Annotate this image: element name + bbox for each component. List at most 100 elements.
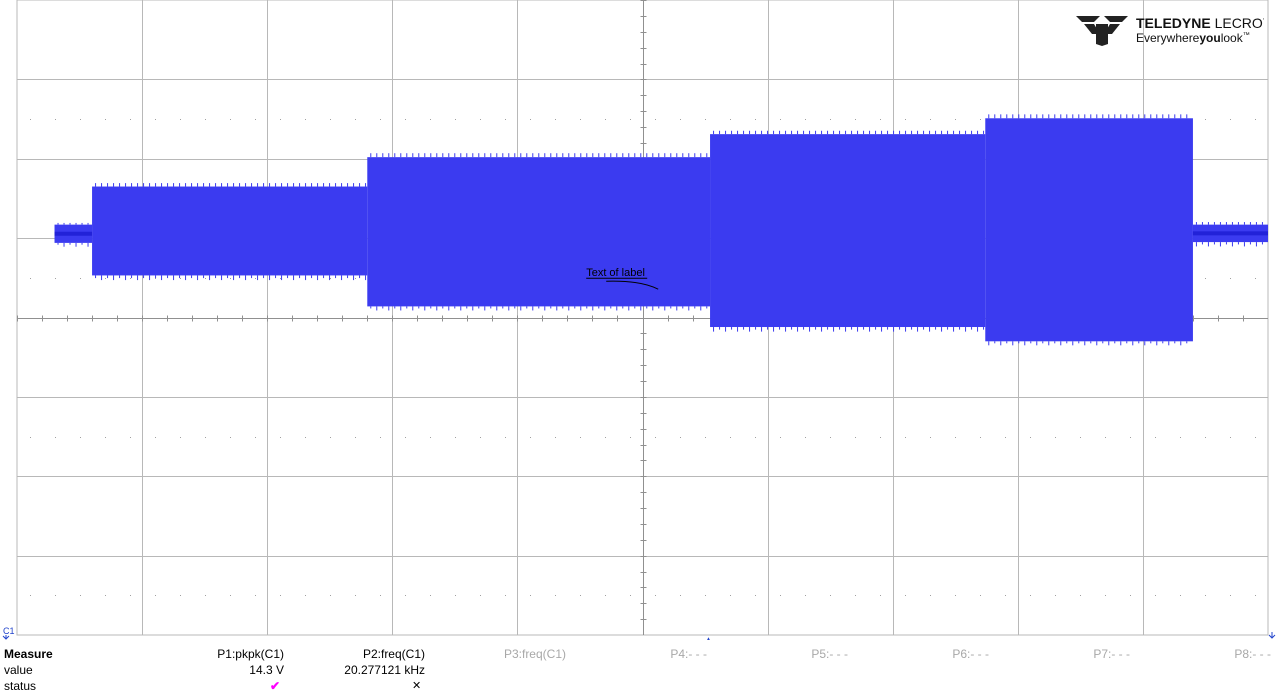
waveform-noise xyxy=(1255,222,1257,225)
waveform-noise xyxy=(887,130,889,135)
grid-dot xyxy=(380,437,381,438)
param-p4-header[interactable]: P4:- - - xyxy=(600,646,707,662)
logo-tagline-tm: ™ xyxy=(1243,32,1250,39)
right-scroll-arrow-icon xyxy=(1268,632,1276,639)
waveform-noise xyxy=(75,222,77,225)
waveform-noise xyxy=(251,183,253,187)
waveform-noise xyxy=(1255,242,1257,247)
waveform-noise xyxy=(833,327,835,332)
waveform-noise xyxy=(125,275,127,281)
param-p1-header[interactable]: P1:pkpk(C1) xyxy=(170,646,284,662)
grid-dot xyxy=(130,119,131,120)
waveform-noise xyxy=(767,130,769,135)
waveform-noise xyxy=(610,306,612,309)
waveform-noise xyxy=(287,183,289,187)
waveform-noise xyxy=(994,114,996,119)
waveform-noise xyxy=(869,327,871,332)
waveform-noise xyxy=(628,153,630,158)
grid-dot xyxy=(480,437,481,438)
waveform-noise xyxy=(131,275,133,279)
grid-dot xyxy=(130,437,131,438)
waveform-noise xyxy=(797,327,799,332)
waveform-noise xyxy=(1195,242,1197,247)
grid-dot xyxy=(605,595,606,596)
waveform-noise xyxy=(119,183,121,187)
waveform-noise xyxy=(580,306,582,311)
grid-dot xyxy=(1230,437,1231,438)
waveform-noise xyxy=(281,183,283,187)
waveform-noise xyxy=(767,327,769,330)
waveform-noise xyxy=(245,183,247,187)
waveform-noise xyxy=(508,306,510,311)
waveform-noise xyxy=(478,306,480,309)
waveform-noise xyxy=(815,130,817,135)
waveform-noise xyxy=(353,275,355,281)
waveform-noise xyxy=(887,327,889,330)
grid-dot xyxy=(980,119,981,120)
grid-dot xyxy=(1205,437,1206,438)
waveform-noise xyxy=(293,183,295,187)
waveform-noise xyxy=(713,130,715,135)
waveform-noise xyxy=(622,153,624,158)
grid-dot xyxy=(680,595,681,596)
param-p3-header[interactable]: P3:freq(C1) xyxy=(440,646,566,662)
waveform-noise xyxy=(113,275,115,281)
waveform-noise xyxy=(460,153,462,158)
param-p8-header[interactable]: P8:- - - xyxy=(1160,646,1271,662)
waveform-noise xyxy=(430,306,432,309)
waveform-noise xyxy=(466,306,468,309)
waveform-noise xyxy=(1066,341,1068,344)
waveform-noise xyxy=(95,275,97,279)
waveform-noise xyxy=(1126,341,1128,344)
waveform-noise xyxy=(101,183,103,187)
waveform-noise xyxy=(113,183,115,187)
grid-dot xyxy=(330,595,331,596)
waveform-noise xyxy=(490,153,492,158)
waveform-noise xyxy=(514,153,516,158)
waveform-noise xyxy=(1054,114,1056,119)
waveform-noise xyxy=(1201,222,1203,225)
grid-dot xyxy=(1205,278,1206,279)
teledyne-logo-icon: TELEDYNE LECROY Everywhereyoulook™ xyxy=(1076,15,1273,46)
waveform-noise xyxy=(1132,341,1134,346)
grid-dot xyxy=(305,437,306,438)
waveform-noise xyxy=(508,153,510,158)
waveform-noise xyxy=(725,130,727,135)
grid-dot xyxy=(155,595,156,596)
param-p6-header[interactable]: P6:- - - xyxy=(880,646,989,662)
grid-dot xyxy=(55,278,56,279)
waveform-noise xyxy=(1006,114,1008,119)
param-p5-header[interactable]: P5:- - - xyxy=(740,646,848,662)
grid-dot xyxy=(180,437,181,438)
waveform-noise xyxy=(1180,114,1182,119)
waveform-noise xyxy=(454,306,456,309)
waveform-noise xyxy=(1144,114,1146,119)
grid-dot xyxy=(830,119,831,120)
waveform-noise xyxy=(1048,341,1050,346)
waveform-noise xyxy=(1060,341,1062,346)
grid-dot xyxy=(330,278,331,279)
waveform-noise xyxy=(556,153,558,158)
waveform-noise xyxy=(676,153,678,158)
param-p2-header[interactable]: P2:freq(C1) xyxy=(300,646,425,662)
logo-brand-light: LECROY xyxy=(1211,15,1264,31)
param-p7-header[interactable]: P7:- - - xyxy=(1020,646,1130,662)
waveform-noise xyxy=(568,153,570,158)
waveform-noise xyxy=(917,130,919,135)
waveform-noise xyxy=(1174,114,1176,119)
grid-dot xyxy=(630,595,631,596)
waveform-noise xyxy=(700,153,702,158)
waveform-noise xyxy=(1150,341,1152,344)
waveform-noise xyxy=(203,183,205,187)
waveform-noise xyxy=(809,130,811,135)
waveform-noise xyxy=(221,275,223,281)
grid-dot xyxy=(255,437,256,438)
waveform-noise xyxy=(1006,341,1008,344)
waveform-noise xyxy=(359,183,361,187)
grid-dot xyxy=(180,119,181,120)
grid-dot xyxy=(205,595,206,596)
waveform-noise xyxy=(1072,114,1074,119)
param-p1-value: 14.3 V xyxy=(249,663,284,677)
grid-dot xyxy=(880,437,881,438)
waveform-noise xyxy=(1078,114,1080,119)
